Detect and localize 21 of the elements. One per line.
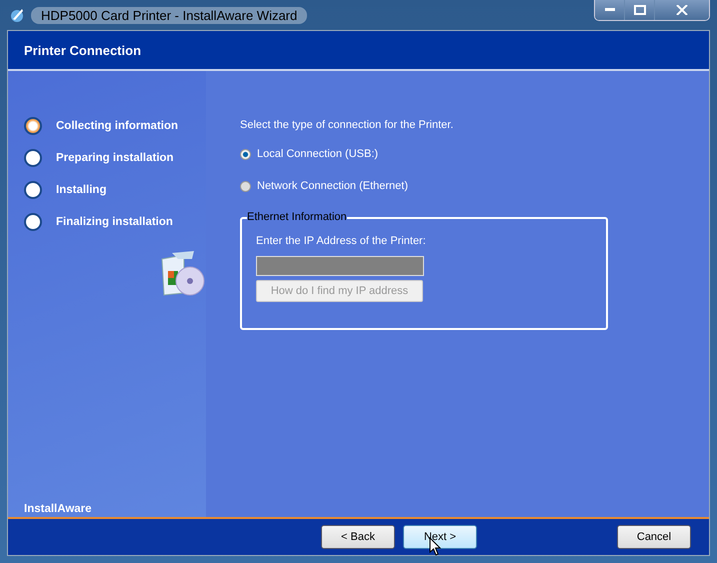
minimize-button[interactable] [595,0,625,20]
window-title: HDP5000 Card Printer - InstallAware Wizard [31,6,308,24]
brand-label: InstallAware [24,503,93,515]
wizard-button[interactable]: Cancel [617,525,691,549]
radio-option[interactable]: Network Connection (Ethernet) [240,177,408,195]
maximize-icon [634,5,646,15]
minimize-icon [604,8,614,12]
step-label: Preparing installation [56,152,174,164]
close-icon [676,5,688,15]
group-title: Ethernet Information [247,211,347,223]
wizard-button[interactable]: < Back [321,525,395,549]
step-label: Finalizing installation [56,216,173,228]
close-button[interactable] [655,0,709,20]
step-label: Installing [56,184,106,196]
page-title: Printer Connection [24,42,142,58]
step-label: Collecting information [56,120,178,132]
maximize-button[interactable] [625,0,655,20]
app-icon [9,7,25,23]
radio-option[interactable]: Local Connection (USB:) [240,145,378,163]
field-label: Enter the IP Address of the Printer: [256,235,427,247]
prompt-text: Select the type of connection for the Printer. [240,119,454,131]
